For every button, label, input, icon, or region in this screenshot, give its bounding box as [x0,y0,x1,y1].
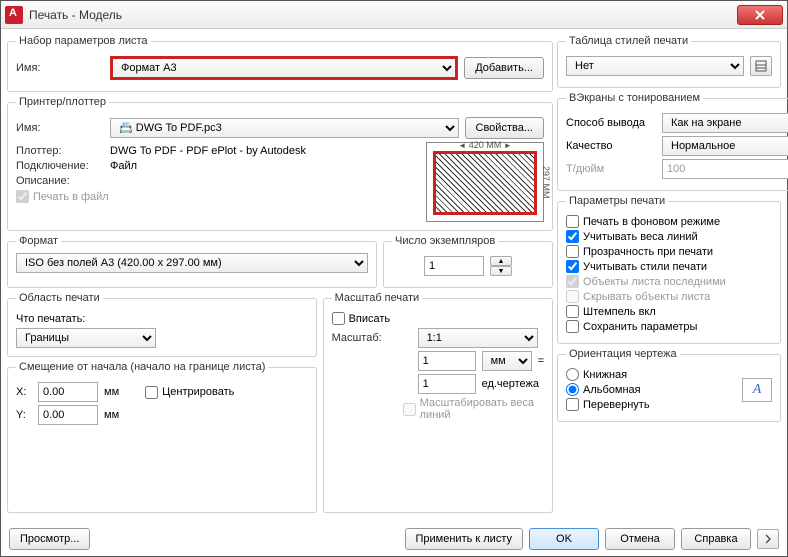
x-input[interactable] [38,382,98,402]
preview-width-label: ◄ 420 MM ► [427,140,543,150]
cancel-button[interactable]: Отмена [605,528,675,550]
drawing-unit-label: ед.чертежа [482,378,539,390]
plotter-label: Плоттер: [16,145,104,157]
printer-properties-button[interactable]: Свойства... [465,117,544,139]
dpi-label: Т/дюйм [566,163,656,175]
scale-unit2-input[interactable] [418,374,476,394]
dialog-footer: Просмотр... Применить к листу OK Отмена … [9,528,779,550]
apply-to-layout-button[interactable]: Применить к листу [405,528,524,550]
printer-group: Принтер/плоттер Имя: 📇 DWG To PDF.pc3 Св… [7,96,553,231]
plot-options-legend: Параметры печати [566,195,668,207]
copies-group: Число экземпляров ▲ ▼ [383,235,553,288]
app-icon [5,6,23,24]
ok-button[interactable]: OK [529,528,599,550]
center-checkbox[interactable]: Центрировать [145,386,234,399]
connection-value: Файл [110,160,137,172]
print-to-file-checkbox: Печать в файл [16,190,418,203]
preview-button[interactable]: Просмотр... [9,528,90,550]
paper-legend: Формат [16,235,61,247]
scale-legend: Масштаб печати [332,292,423,304]
offset-legend: Смещение от начала (начало на границе ли… [16,361,268,373]
help-button[interactable]: Справка [681,528,751,550]
opt-plotstyles-checkbox[interactable]: Учитывать стили печати [566,260,772,273]
window-title: Печать - Модель [29,8,122,22]
opt-stamp-checkbox[interactable]: Штемпель вкл [566,305,772,318]
close-button[interactable] [737,5,783,25]
scale-lineweights-checkbox: Масштабировать веса линий [332,397,544,421]
y-input[interactable] [38,405,98,425]
copies-down-button[interactable]: ▼ [490,266,512,276]
scale-unit-select[interactable]: мм [482,351,532,371]
plot-styles-legend: Таблица стилей печати [566,35,691,47]
plot-area-legend: Область печати [16,292,103,304]
quality-select[interactable]: Нормальное [662,136,788,156]
print-dialog: Печать - Модель Набор параметров листа И… [0,0,788,557]
x-unit: мм [104,386,119,398]
what-to-plot-label: Что печатать: [16,313,85,325]
copies-up-button[interactable]: ▲ [490,256,512,266]
add-page-setup-button[interactable]: Добавить... [464,57,544,79]
opt-paperlast-checkbox: Объекты листа последними [566,275,772,288]
close-icon [755,10,765,20]
orientation-preview-icon: A [742,378,772,402]
dpi-input [662,159,788,179]
landscape-radio[interactable]: Альбомная [566,383,734,396]
shade-method-select[interactable]: Как на экране [662,113,788,133]
quality-label: Качество [566,140,656,152]
fit-to-paper-checkbox[interactable]: Вписать [332,312,544,325]
portrait-radio[interactable]: Книжная [566,368,734,381]
scale-label: Масштаб: [332,332,412,344]
preview-height-label: 297 MM [541,143,551,221]
page-setup-legend: Набор параметров листа [16,35,151,47]
opt-lineweights-checkbox[interactable]: Учитывать веса линий [566,230,772,243]
description-label: Описание: [16,175,104,187]
plot-area-group: Область печати Что печатать: Границы [7,292,317,357]
plotter-value: DWG To PDF - PDF ePlot - by Autodesk [110,145,306,157]
scale-group: Масштаб печати Вписать Масштаб: 1:1 мм = [323,292,553,513]
chevron-right-icon [764,534,772,544]
page-setup-name-label: Имя: [16,62,104,74]
connection-label: Подключение: [16,160,104,172]
paper-size-select[interactable]: ISO без полей A3 (420.00 x 297.00 мм) [16,253,368,273]
opt-transparency-checkbox[interactable]: Прозрачность при печати [566,245,772,258]
table-icon [755,60,767,72]
offset-group: Смещение от начала (начало на границе ли… [7,361,317,513]
titlebar: Печать - Модель [1,1,787,29]
shade-method-label: Способ вывода [566,117,656,129]
scale-unit1-input[interactable] [418,351,476,371]
paper-preview: ◄ 420 MM ► 297 MM [426,142,544,222]
plot-styles-group: Таблица стилей печати Нет [557,35,781,88]
y-label: Y: [16,409,32,421]
printer-name-label: Имя: [16,122,104,134]
opt-hide-checkbox: Скрывать объекты листа [566,290,772,303]
plot-style-select[interactable]: Нет [566,56,744,76]
copies-legend: Число экземпляров [392,235,498,247]
what-to-plot-select[interactable]: Границы [16,328,156,348]
printer-legend: Принтер/плоттер [16,96,109,108]
scale-select[interactable]: 1:1 [418,328,538,348]
opt-save-checkbox[interactable]: Сохранить параметры [566,320,772,333]
shade-group: ВЭкраны с тонированием Способ вывода Как … [557,92,788,191]
paper-size-group: Формат ISO без полей A3 (420.00 x 297.00… [7,235,377,288]
opt-background-checkbox[interactable]: Печать в фоновом режиме [566,215,772,228]
printer-name-select[interactable]: 📇 DWG To PDF.pc3 [110,118,459,138]
shade-legend: ВЭкраны с тонированием [566,92,703,104]
copies-input[interactable] [424,256,484,276]
preview-page-rect [433,151,537,215]
plot-options-group: Параметры печати Печать в фоновом режиме… [557,195,781,344]
x-label: X: [16,386,32,398]
page-setup-name-select[interactable]: Формат А3 [110,56,458,80]
expand-button[interactable] [757,529,779,549]
edit-style-button[interactable] [750,56,772,76]
upside-down-checkbox[interactable]: Перевернуть [566,398,734,411]
orientation-group: Ориентация чертежа Книжная Альбомная Пер… [557,348,781,422]
y-unit: мм [104,409,119,421]
orientation-legend: Ориентация чертежа [566,348,680,360]
equals-sign: = [538,355,544,367]
page-setup-group: Набор параметров листа Имя: Формат А3 До… [7,35,553,92]
